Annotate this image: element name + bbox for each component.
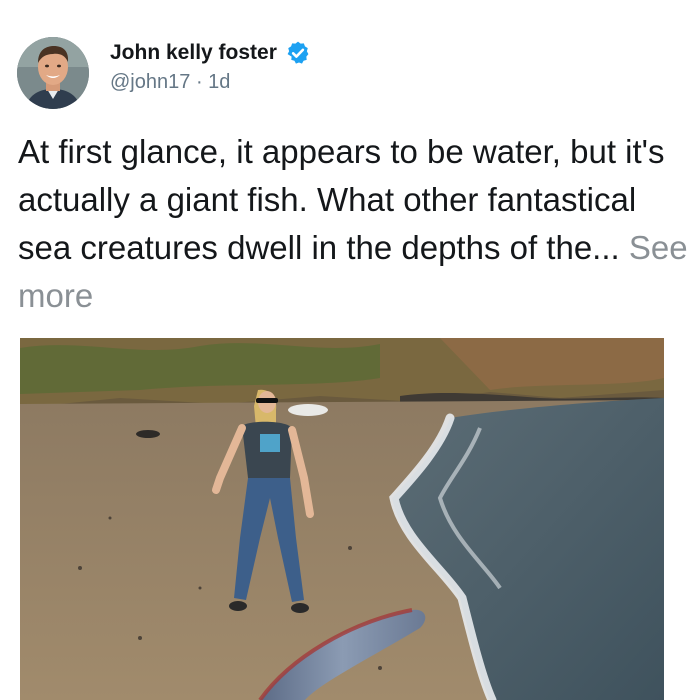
verified-badge-icon bbox=[285, 40, 311, 66]
tweet-timestamp[interactable]: 1d bbox=[208, 71, 230, 93]
author-meta: @john17 · 1d bbox=[110, 71, 230, 94]
author-display-name[interactable]: John kelly foster bbox=[110, 41, 277, 65]
author-name-row: John kelly foster bbox=[110, 38, 311, 68]
tweet-card: John kelly foster @john17 · 1d At first … bbox=[0, 0, 700, 700]
profile-photo-icon bbox=[17, 37, 89, 109]
meta-separator: · bbox=[195, 71, 203, 93]
beach-oarfish-photo-icon bbox=[20, 338, 664, 700]
avatar[interactable] bbox=[17, 37, 89, 109]
author-handle[interactable]: @john17 bbox=[110, 71, 190, 93]
tweet-body: At first glance, it appears to be water,… bbox=[18, 133, 665, 266]
tweet-text: At first glance, it appears to be water,… bbox=[18, 128, 688, 320]
tweet-media[interactable] bbox=[20, 338, 664, 700]
